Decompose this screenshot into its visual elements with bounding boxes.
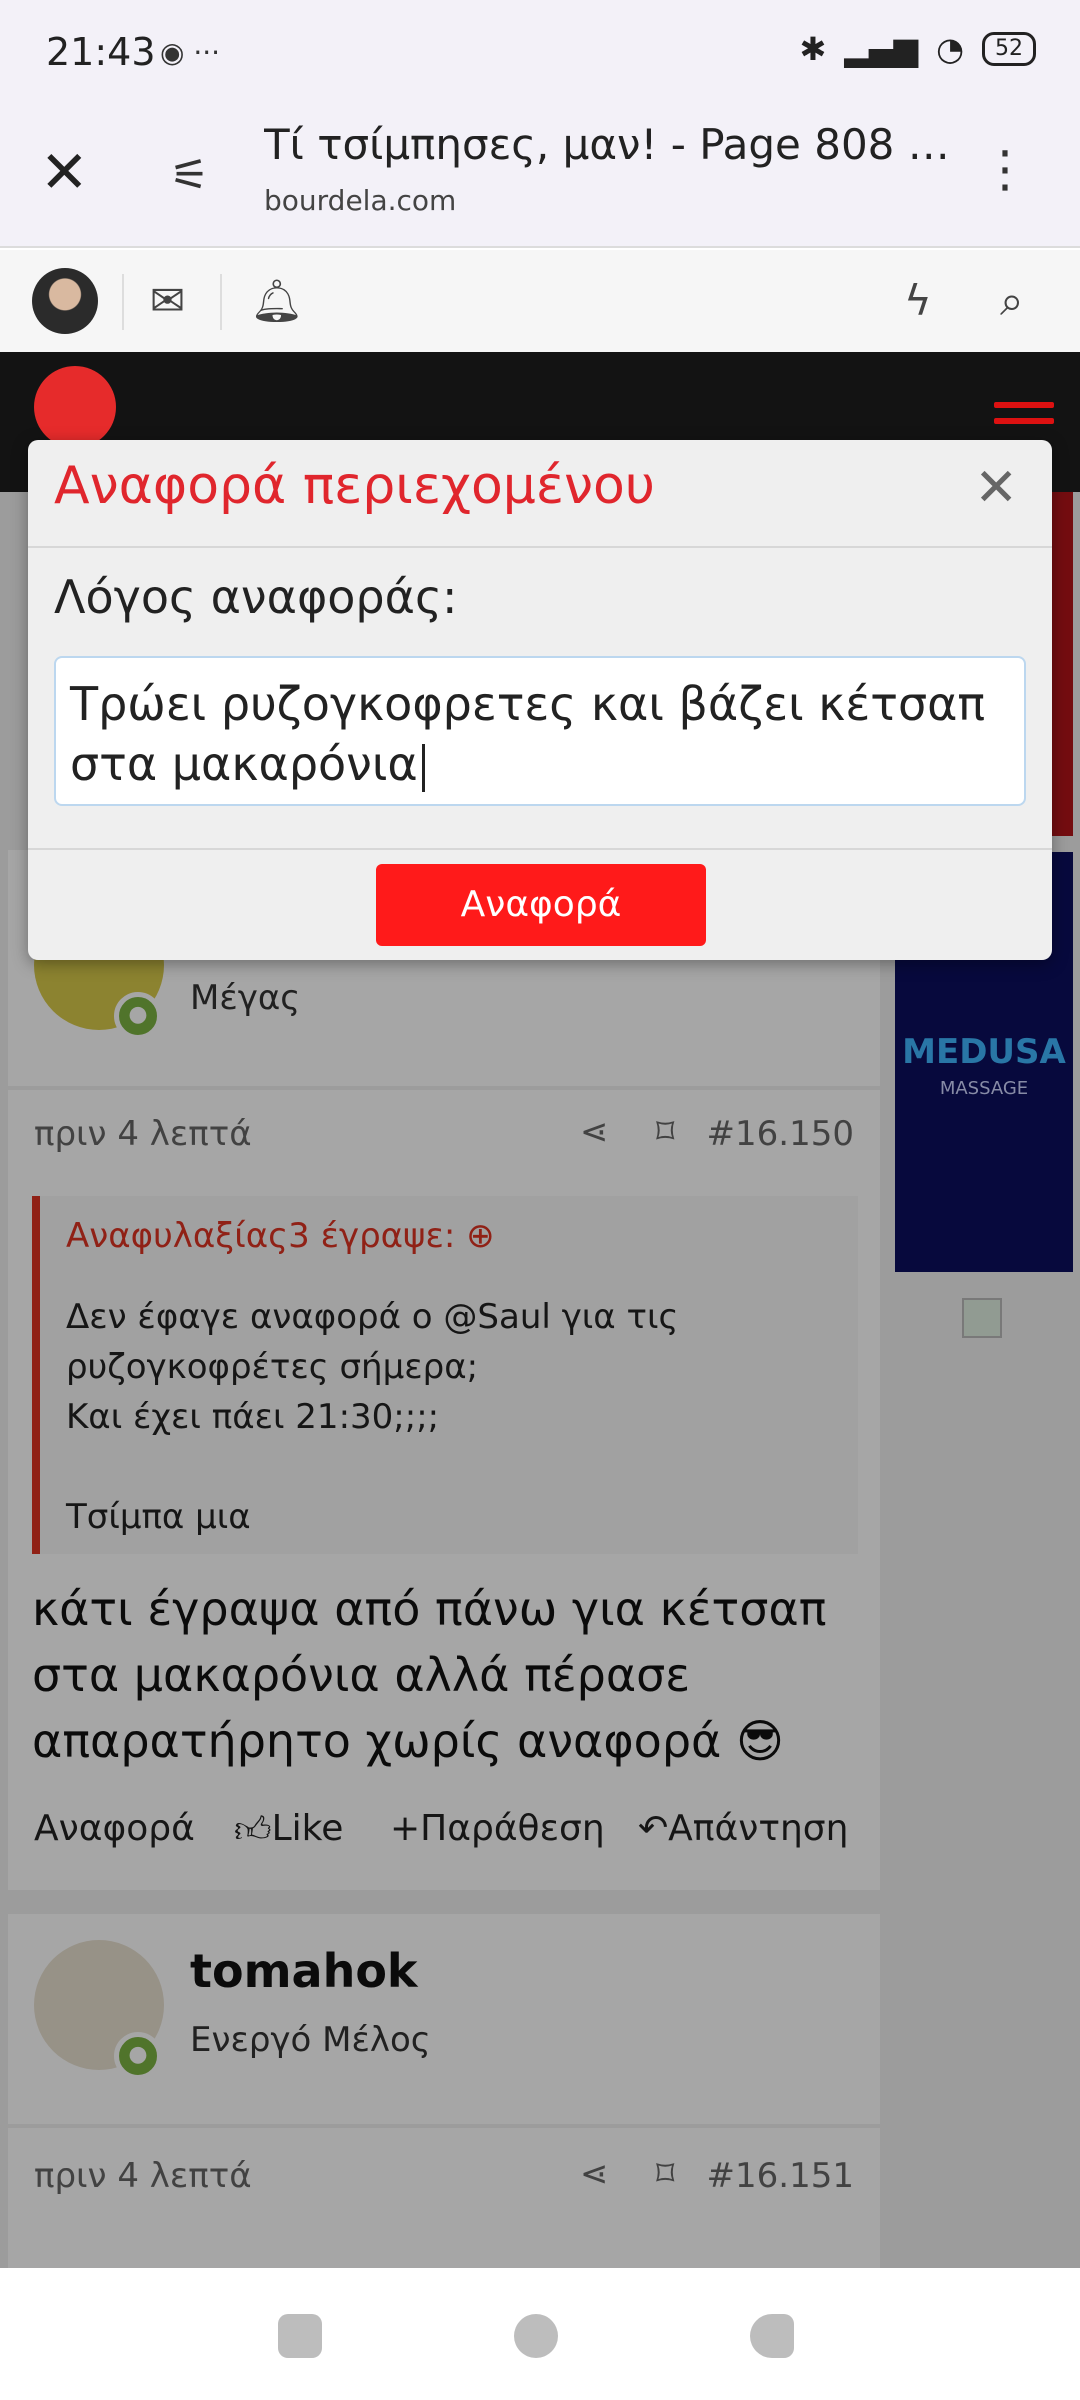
- site-logo[interactable]: [34, 366, 116, 448]
- signal-icon: ▂▄▆: [844, 30, 919, 68]
- site-settings-icon[interactable]: ⚟: [170, 150, 209, 201]
- status-right-icons: ✱ ▂▄▆ ◔ 52: [799, 30, 1036, 68]
- divider: [28, 848, 1052, 850]
- bluetooth-icon: ✱: [799, 30, 827, 68]
- status-notification-icons: ◉ ···: [160, 36, 221, 69]
- divider: [122, 274, 124, 330]
- dialog-title: Αναφορά περιεχομένου: [54, 456, 655, 516]
- avatar[interactable]: [32, 268, 98, 334]
- status-time: 21:43: [46, 30, 156, 74]
- browser-toolbar: ✕ ⚟ Τί τσίμπησες, μαν! - Page 808 - b...…: [0, 100, 1080, 248]
- back-button[interactable]: [750, 2314, 794, 2358]
- recents-button[interactable]: [278, 2314, 322, 2358]
- textarea-value: Τρώει ρυζογκοφρετες και βάζει κέτσαπ στα…: [70, 677, 986, 791]
- mail-icon[interactable]: ✉: [150, 276, 185, 325]
- close-icon[interactable]: ✕: [974, 458, 1018, 518]
- more-menu-icon[interactable]: ⋮: [980, 140, 1030, 198]
- bell-icon[interactable]: 🔔︎: [250, 276, 303, 326]
- home-button[interactable]: [514, 2314, 558, 2358]
- search-icon[interactable]: ⌕: [1000, 276, 1024, 326]
- report-reason-label: Λόγος αναφοράς:: [54, 570, 458, 624]
- battery-icon: 52: [982, 32, 1036, 66]
- hamburger-menu-icon[interactable]: [994, 402, 1054, 434]
- divider: [220, 274, 222, 330]
- status-bar: 21:43 ◉ ··· ✱ ▂▄▆ ◔ 52: [0, 0, 1080, 100]
- page-domain: bourdela.com: [264, 184, 457, 217]
- page-title: Τί τσίμπησες, μαν! - Page 808 - b...: [264, 120, 964, 169]
- close-tab-icon[interactable]: ✕: [40, 138, 89, 206]
- wifi-icon: ◔: [936, 30, 964, 68]
- lightning-icon[interactable]: ϟ: [904, 276, 932, 325]
- report-reason-textarea[interactable]: Τρώει ρυζογκοφρετες και βάζει κέτσαπ στα…: [54, 656, 1026, 806]
- submit-report-button[interactable]: Αναφορά: [376, 864, 706, 946]
- text-cursor: [421, 743, 425, 792]
- report-dialog: Αναφορά περιεχομένου ✕ Λόγος αναφοράς: Τ…: [28, 440, 1052, 960]
- forum-user-bar: ✉ 🔔︎ ϟ ⌕: [0, 250, 1080, 352]
- system-nav-bar: [0, 2268, 1080, 2400]
- divider: [28, 546, 1052, 548]
